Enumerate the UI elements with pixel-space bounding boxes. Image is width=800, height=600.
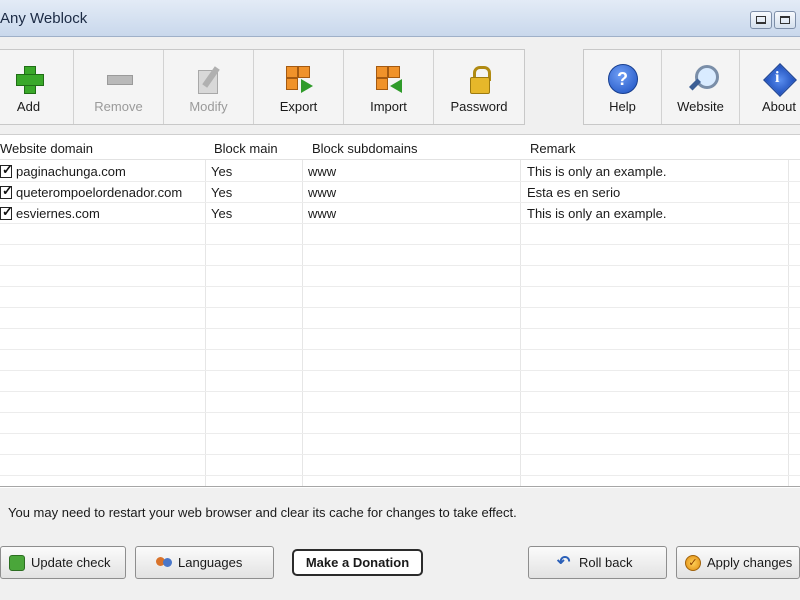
import-label: Import <box>370 99 407 114</box>
subdomains-cell: www <box>308 206 337 221</box>
toolbar: Add Remove Modify Export Import Password… <box>0 37 800 135</box>
row-gridline <box>0 265 800 266</box>
magnifier-icon <box>686 64 719 94</box>
column-header-subdomains[interactable]: Block subdomains <box>312 141 418 156</box>
export-label: Export <box>279 99 318 114</box>
minimize-button[interactable] <box>750 11 772 29</box>
roll-back-button[interactable]: ↶ Roll back <box>528 546 667 579</box>
column-header-remark[interactable]: Remark <box>530 141 576 156</box>
minimize-icon <box>756 16 766 24</box>
donate-label: Make a Donation <box>305 555 410 570</box>
help-label: Help <box>609 99 636 114</box>
window-title: Any Weblock <box>0 10 88 27</box>
row-checkbox[interactable] <box>0 204 13 220</box>
status-area: You may need to restart your web browser… <box>0 488 800 600</box>
remark-cell: This is only an example. <box>527 164 667 179</box>
row-gridline <box>0 244 800 245</box>
donate-button[interactable]: Make a Donation <box>292 549 423 576</box>
list-header: Website domain Block main Block subdomai… <box>0 137 800 160</box>
row-gridline <box>0 370 800 371</box>
block-main-cell: Yes <box>211 164 233 179</box>
table-row[interactable]: esviernes.com Yes www This is only an ex… <box>0 203 800 224</box>
lock-icon <box>464 64 494 94</box>
export-button[interactable]: Export <box>254 50 344 124</box>
column-header-domain[interactable]: Website domain <box>0 141 93 156</box>
domain-cell: queterompoelordenador.com <box>16 185 183 200</box>
column-header-block-main[interactable]: Block main <box>214 141 278 156</box>
status-message: You may need to restart your web browser… <box>8 505 517 520</box>
update-check-label: Update check <box>31 555 111 570</box>
row-gridline <box>0 412 800 413</box>
row-gridline <box>0 349 800 350</box>
modify-icon <box>194 64 224 94</box>
row-gridline <box>0 307 800 308</box>
row-gridline <box>0 475 800 476</box>
row-checkbox[interactable] <box>0 162 13 178</box>
apply-label: Apply changes <box>707 555 793 570</box>
roll-back-label: Roll back <box>579 555 633 570</box>
about-label: About <box>762 99 796 114</box>
modify-label: Modify <box>189 99 228 114</box>
row-gridline <box>0 286 800 287</box>
remark-cell: Esta es en serio <box>527 185 621 200</box>
website-button[interactable]: Website <box>662 50 740 124</box>
subdomains-cell: www <box>308 164 337 179</box>
add-button[interactable]: Add <box>0 50 74 124</box>
export-icon <box>284 64 314 94</box>
add-label: Add <box>16 99 41 114</box>
row-gridline <box>0 454 800 455</box>
remove-button[interactable]: Remove <box>74 50 164 124</box>
remove-label: Remove <box>94 99 143 114</box>
apply-changes-button[interactable]: ✓ Apply changes <box>676 546 800 579</box>
title-bar: Any Weblock <box>0 0 800 37</box>
remove-icon <box>104 64 134 94</box>
import-icon <box>374 64 404 94</box>
modify-button[interactable]: Modify <box>164 50 254 124</box>
block-main-cell: Yes <box>211 185 233 200</box>
remark-cell: This is only an example. <box>527 206 667 221</box>
languages-icon <box>156 555 172 571</box>
block-main-cell: Yes <box>211 206 233 221</box>
maximize-button[interactable] <box>774 11 796 29</box>
password-label: Password <box>450 99 508 114</box>
update-check-button[interactable]: Update check <box>0 546 126 579</box>
table-row[interactable]: paginachunga.com Yes www This is only an… <box>0 161 800 182</box>
password-button[interactable]: Password <box>434 50 524 124</box>
import-button[interactable]: Import <box>344 50 434 124</box>
domain-cell: paginachunga.com <box>16 164 126 179</box>
row-gridline <box>0 328 800 329</box>
undo-icon: ↶ <box>557 553 571 571</box>
blocked-sites-list[interactable]: Website domain Block main Block subdomai… <box>0 137 800 487</box>
toolbar-main-group: Add Remove Modify Export Import Password <box>0 49 525 125</box>
table-row[interactable]: queterompoelordenador.com Yes www Esta e… <box>0 182 800 203</box>
subdomains-cell: www <box>308 185 337 200</box>
help-icon: ? <box>607 64 638 94</box>
maximize-icon <box>780 16 790 24</box>
apply-icon: ✓ <box>685 554 701 571</box>
row-gridline <box>0 391 800 392</box>
about-button[interactable]: i About <box>740 50 800 124</box>
row-checkbox[interactable] <box>0 183 13 199</box>
add-icon <box>14 64 44 94</box>
toolbar-info-group: ? Help Website i About <box>583 49 800 125</box>
languages-label: Languages <box>178 555 243 570</box>
update-icon <box>9 554 25 571</box>
website-label: Website <box>677 99 724 114</box>
languages-button[interactable]: Languages <box>135 546 274 579</box>
info-icon: i <box>764 64 794 94</box>
help-button[interactable]: ? Help <box>584 50 662 124</box>
row-gridline <box>0 433 800 434</box>
domain-cell: esviernes.com <box>16 206 100 221</box>
